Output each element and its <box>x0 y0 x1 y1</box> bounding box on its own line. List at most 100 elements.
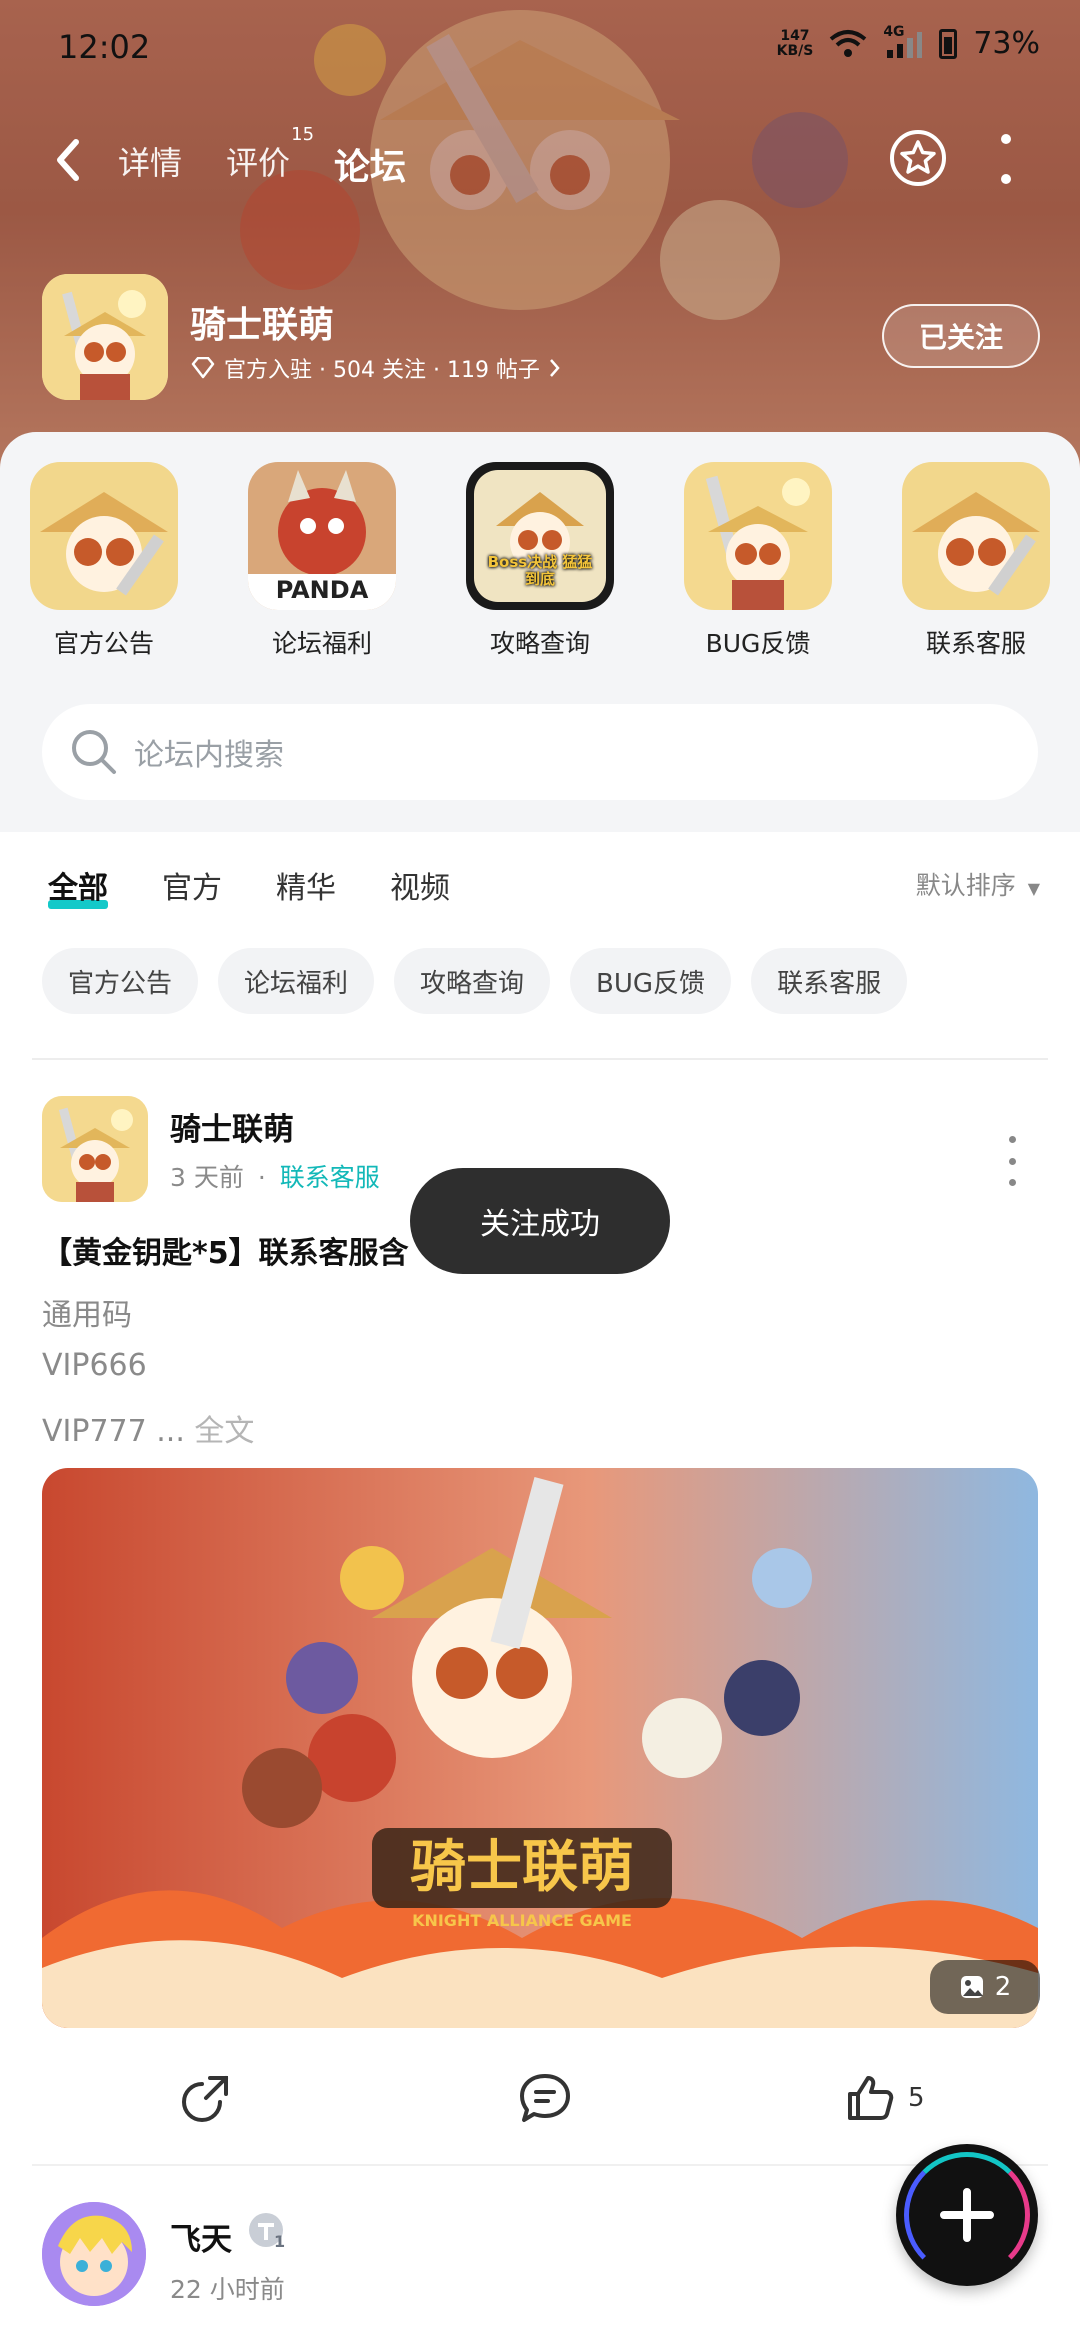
author-name[interactable]: 飞天 <box>170 2214 232 2259</box>
like-count: 5 <box>908 2083 925 2113</box>
welfare-icon: PANDA <box>248 462 396 610</box>
post-category-link[interactable]: 联系客服 <box>280 1163 380 1192</box>
quick-link-support[interactable]: 联系客服 <box>876 462 1076 660</box>
category-chips: 官方公告 论坛福利 攻略查询 BUG反馈 联系客服 <box>42 948 908 1014</box>
tab-details[interactable]: 详情 <box>118 138 182 190</box>
share-icon <box>182 2076 228 2122</box>
banner-logo-text: 骑士联萌 <box>410 1835 634 1900</box>
image-count: 2 <box>994 1972 1012 2002</box>
quick-link-guides[interactable]: Boss决战 猛猛到底 攻略查询 <box>440 462 640 660</box>
quick-link-welfare[interactable]: PANDA 论坛福利 <box>222 462 422 660</box>
status-time: 12:02 <box>58 28 151 66</box>
battery-percent: 73% <box>973 26 1040 61</box>
post-meta: 3 天前 · 联系客服 <box>170 1158 380 1194</box>
author-name[interactable]: 骑士联萌 <box>170 1104 294 1149</box>
post-header: 飞天 1 22 小时前 <box>42 2202 1042 2312</box>
toast-message: 关注成功 <box>410 1168 670 1274</box>
game-info: 骑士联萌 官方入驻 · 504 关注 · 119 帖子 已关注 <box>42 274 1042 404</box>
network-speed: 147 KB/S <box>776 27 814 59</box>
bug-report-icon <box>684 462 832 610</box>
user-level-badge: 1 <box>246 2210 290 2254</box>
quick-link-announcement[interactable]: 官方公告 <box>4 462 204 660</box>
post-title[interactable]: 【黄金钥匙*5】联系客服含 <box>42 1228 409 1272</box>
favorite-star-icon[interactable] <box>888 128 948 188</box>
wifi-icon <box>830 29 867 57</box>
post-image[interactable]: 骑士联萌 KNIGHT ALLIANCE GAME <box>42 1468 1038 2028</box>
back-icon[interactable] <box>48 132 88 188</box>
welfare-icon-text: PANDA <box>275 576 369 604</box>
quick-link-label: 攻略查询 <box>489 629 590 658</box>
meta-separator: · <box>257 1163 266 1192</box>
post-more-icon[interactable] <box>1006 1136 1018 1186</box>
sort-dropdown[interactable]: 默认排序 ▼ <box>916 866 1040 902</box>
author-avatar[interactable] <box>42 2202 146 2306</box>
status-bar: 12:02 147 KB/S 4G 73% <box>0 20 1080 80</box>
like-button[interactable]: 5 <box>844 2066 925 2130</box>
cell-signal-icon: 4G <box>883 24 923 60</box>
tab-reviews-label: 评价 <box>226 144 291 182</box>
comment-button[interactable] <box>518 2066 572 2130</box>
caret-down-icon: ▼ <box>1027 879 1040 898</box>
post-body-line: VIP666 <box>42 1348 147 1383</box>
full-text-link[interactable]: 全文 <box>194 1414 254 1449</box>
top-navigation: 详情 评价 15 论坛 <box>0 120 1080 200</box>
more-options-icon[interactable] <box>996 134 1016 184</box>
chip-support[interactable]: 联系客服 <box>751 948 908 1014</box>
filter-tabs: 全部 官方 精华 视频 <box>48 860 1038 910</box>
network-speed-value: 147 <box>780 27 810 44</box>
quick-link-label: 官方公告 <box>53 629 154 658</box>
game-icon[interactable] <box>42 274 168 400</box>
chip-welfare[interactable]: 论坛福利 <box>218 948 375 1014</box>
chip-announcement[interactable]: 官方公告 <box>42 948 199 1014</box>
reviews-count-badge: 15 <box>291 124 315 145</box>
comment-icon <box>520 2074 570 2122</box>
chip-bug-report[interactable]: BUG反馈 <box>570 948 732 1014</box>
game-stats[interactable]: 官方入驻 · 504 关注 · 119 帖子 <box>190 352 562 384</box>
announcement-icon <box>30 462 178 610</box>
user-level: 1 <box>274 2232 286 2251</box>
filter-tab-all[interactable]: 全部 <box>48 863 108 909</box>
post-body-line: VIP777 ... <box>42 1414 185 1449</box>
tab-forum-label: 论坛 <box>334 147 407 188</box>
support-icon <box>902 462 1050 610</box>
thumbs-up-icon <box>848 2076 894 2120</box>
banner-logo-subtitle: KNIGHT ALLIANCE GAME <box>412 1911 632 1930</box>
chevron-right-icon <box>549 359 560 377</box>
share-button[interactable] <box>180 2066 232 2130</box>
tab-forum[interactable]: 论坛 <box>330 138 411 190</box>
author-avatar[interactable] <box>42 1096 148 1202</box>
quick-link-label: BUG反馈 <box>705 629 811 658</box>
divider <box>32 1058 1048 1060</box>
sort-label: 默认排序 <box>915 871 1016 900</box>
post-body-line: 通用码 <box>42 1298 132 1333</box>
tab-details-label: 详情 <box>118 144 183 182</box>
filter-tab-featured[interactable]: 精华 <box>276 863 336 907</box>
quick-links: 官方公告 PANDA 论坛福利 Boss决战 猛猛到底 攻略查询 BUG反馈 联… <box>0 462 1080 672</box>
guides-icon: Boss决战 猛猛到底 <box>466 462 614 610</box>
search-icon <box>72 730 116 774</box>
quick-link-label: 论坛福利 <box>271 629 372 658</box>
filter-tab-official[interactable]: 官方 <box>162 863 222 907</box>
plus-icon <box>940 2188 994 2242</box>
post-time: 22 小时前 <box>170 2275 285 2304</box>
image-count-badge: 2 <box>930 1960 1040 2014</box>
image-icon <box>960 1976 983 1998</box>
search-placeholder: 论坛内搜索 <box>134 738 284 773</box>
quick-link-bug-report[interactable]: BUG反馈 <box>658 462 858 660</box>
filter-tab-video[interactable]: 视频 <box>390 863 450 907</box>
status-indicators: 147 KB/S 4G 73% <box>776 24 1040 62</box>
diamond-icon <box>191 357 215 379</box>
tab-reviews[interactable]: 评价 15 <box>226 124 314 190</box>
network-speed-unit: KB/S <box>776 42 814 59</box>
nav-tabs: 详情 评价 15 论坛 <box>118 124 411 190</box>
forum-search[interactable]: 论坛内搜索 <box>42 704 1038 800</box>
follow-button[interactable]: 已关注 <box>882 304 1040 368</box>
chip-guides[interactable]: 攻略查询 <box>394 948 551 1014</box>
battery-icon <box>939 28 958 59</box>
guides-icon-text: Boss决战 猛猛到底 <box>487 553 593 588</box>
new-post-button[interactable] <box>896 2144 1038 2286</box>
post-time: 3 天前 <box>170 1163 244 1192</box>
game-name: 骑士联萌 <box>190 305 335 346</box>
quick-link-label: 联系客服 <box>925 629 1026 658</box>
post-actions: 5 <box>0 2066 1080 2130</box>
